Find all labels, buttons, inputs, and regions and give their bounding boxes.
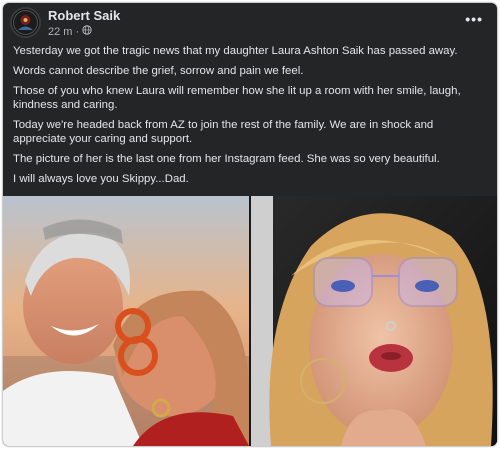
post-text: Yesterday we got the tragic news that my… <box>13 44 489 192</box>
post-paragraph: I will always love you Skippy...Dad. <box>13 173 189 185</box>
facebook-post: Robert Saik 22 m · ••• Yesterday we got … <box>3 3 497 446</box>
author-avatar[interactable] <box>10 7 41 38</box>
post-paragraph: Words cannot describe the grief, sorrow … <box>13 65 304 77</box>
post-meta: 22 m · <box>48 25 92 38</box>
post-header: Robert Saik 22 m · ••• <box>3 3 497 39</box>
post-paragraph: The picture of her is the last one from … <box>13 153 440 165</box>
more-options-icon[interactable]: ••• <box>465 11 483 27</box>
photo-laura-portrait[interactable] <box>251 196 497 446</box>
photo-father-daughter[interactable] <box>3 196 249 446</box>
post-paragraph: Today we're headed back from AZ to join … <box>13 119 434 145</box>
author-name[interactable]: Robert Saik <box>48 8 120 23</box>
post-paragraph: Yesterday we got the tragic news that my… <box>13 45 458 57</box>
globe-icon <box>82 25 92 38</box>
post-paragraph: Those of you who knew Laura will remembe… <box>13 85 461 111</box>
post-photos <box>3 196 497 446</box>
post-time[interactable]: 22 m <box>48 26 72 38</box>
meta-separator: · <box>75 25 80 38</box>
